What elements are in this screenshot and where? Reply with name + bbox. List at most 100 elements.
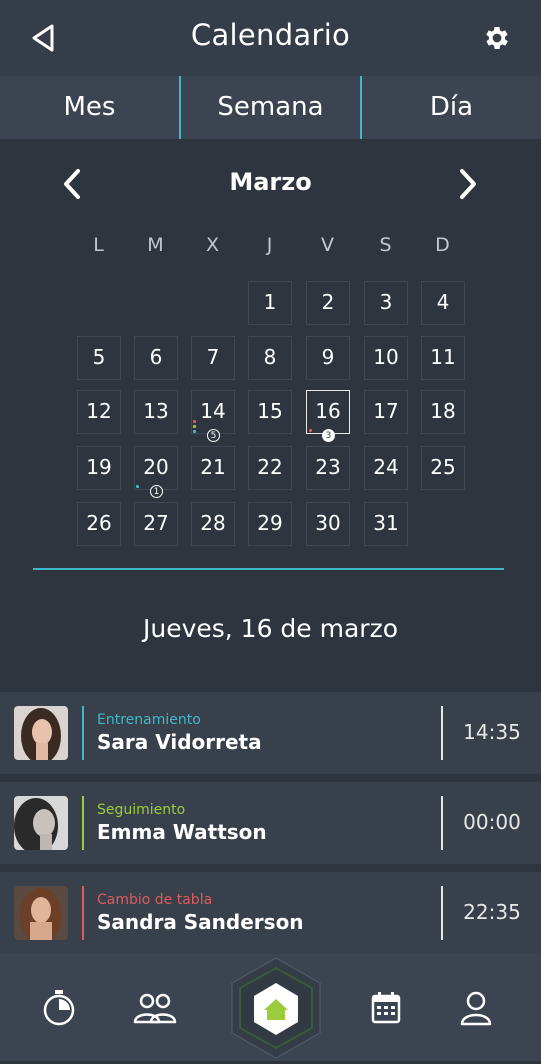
view-tabs: Mes Semana Día [0,76,541,139]
calendar-day[interactable]: 14 5 [191,390,235,442]
event-item[interactable]: Cambio de tabla Sandra Sanderson 22:35 [0,872,541,954]
calendar-day[interactable]: 16 3 [306,390,350,442]
nav-profile[interactable] [456,988,496,1028]
calendar-day[interactable]: 31 [364,502,408,546]
event-color-bar [82,886,84,940]
bottom-navigation [0,954,541,1061]
tab-week[interactable]: Semana [179,76,360,139]
nav-calendar[interactable] [366,988,406,1028]
calendar-day[interactable]: 2 [306,281,350,325]
event-dot [193,420,196,423]
event-count-badge: 5 [207,429,220,442]
day-number: 27 [143,511,169,535]
calendar-day[interactable]: 23 [306,446,350,490]
calendar-icon [371,992,401,1024]
calendar-day[interactable]: 4 [421,281,465,325]
calendar-day[interactable]: 17 [364,390,408,434]
day-number: 11 [430,345,456,369]
day-number: 25 [430,455,456,479]
calendar-day[interactable]: 18 [421,390,465,434]
tab-month[interactable]: Mes [0,76,179,139]
event-type: Seguimiento [97,802,186,818]
day-number: 26 [86,511,112,535]
selected-date-label: Jueves, 16 de marzo [142,614,399,643]
event-dot [193,430,196,433]
day-number: 4 [436,290,450,314]
day-number: 23 [315,455,341,479]
day-number: 20 [143,455,169,479]
calendar-day[interactable]: 29 [248,502,292,546]
calendar-day[interactable]: 25 [421,446,465,490]
day-number: 19 [86,455,112,479]
calendar-day[interactable]: 26 [77,502,121,546]
event-time: 00:00 [463,810,521,834]
users-icon [133,993,177,1024]
day-number: 8 [263,345,277,369]
event-time: 14:35 [463,720,521,744]
nav-users[interactable] [133,988,177,1028]
event-name: Sandra Sanderson [97,910,304,934]
calendar-day[interactable]: 8 [248,336,292,380]
calendar-day[interactable]: 19 [77,446,121,490]
day-number: 9 [321,345,335,369]
nav-home[interactable] [228,956,324,1060]
next-month-button[interactable] [454,166,482,202]
top-bar: Calendario [0,0,541,76]
event-dot [136,485,139,488]
event-dots [309,429,312,432]
calendar-day[interactable]: 13 [134,390,178,434]
calendar-day[interactable]: 27 [134,502,178,546]
calendar-day[interactable]: 12 [77,390,121,434]
month-navigation: Marzo [0,160,541,208]
day-number: 7 [206,345,220,369]
event-count-badge: 3 [322,429,335,442]
day-number: 10 [373,345,399,369]
day-number: 15 [257,399,283,423]
calendar-day[interactable]: 10 [364,336,408,380]
calendar-day[interactable]: 24 [364,446,408,490]
calendar-day[interactable]: 7 [191,336,235,380]
event-type: Entrenamiento [97,712,201,728]
calendar-day[interactable]: 15 [248,390,292,434]
calendar-day[interactable]: 21 [191,446,235,490]
day-number: 28 [200,511,226,535]
calendar-day[interactable]: 9 [306,336,350,380]
day-number: 1 [263,290,277,314]
event-name: Emma Wattson [97,820,267,844]
day-number: 30 [315,511,341,535]
day-number: 13 [143,399,169,423]
gear-icon [486,27,508,49]
event-item[interactable]: Entrenamiento Sara Vidorreta 14:35 [0,692,541,774]
calendar-day[interactable]: 11 [421,336,465,380]
home-icon [231,957,321,1059]
event-dot [309,429,312,432]
avatar [14,706,68,760]
event-item[interactable]: Seguimiento Emma Wattson 00:00 [0,782,541,864]
settings-button[interactable] [482,23,512,53]
day-number: 12 [86,399,112,423]
tab-day[interactable]: Día [360,76,541,139]
calendar-day[interactable]: 5 [77,336,121,380]
calendar-day[interactable]: 28 [191,502,235,546]
calendar-day[interactable]: 6 [134,336,178,380]
calendar-day[interactable]: 20 1 [134,446,178,498]
day-number: 16 [315,399,341,423]
calendar-day[interactable]: 1 [248,281,292,325]
weekday-label: X [205,234,221,256]
nav-stopwatch[interactable] [39,988,79,1028]
event-count-badge: 1 [150,485,163,498]
calendar-day[interactable]: 30 [306,502,350,546]
weekday-header: LMXJVSD [0,234,541,260]
chevron-right-icon [460,169,476,199]
calendar-day[interactable]: 22 [248,446,292,490]
day-number: 2 [321,290,335,314]
weekday-label: D [435,234,451,256]
stopwatch-icon [43,990,75,1026]
page-title: Calendario [190,18,351,52]
day-number: 29 [257,511,283,535]
calendar-day[interactable]: 3 [364,281,408,325]
weekday-label: V [321,234,335,256]
weekday-label: M [147,234,165,256]
day-number: 3 [379,290,393,314]
day-number: 22 [257,455,283,479]
